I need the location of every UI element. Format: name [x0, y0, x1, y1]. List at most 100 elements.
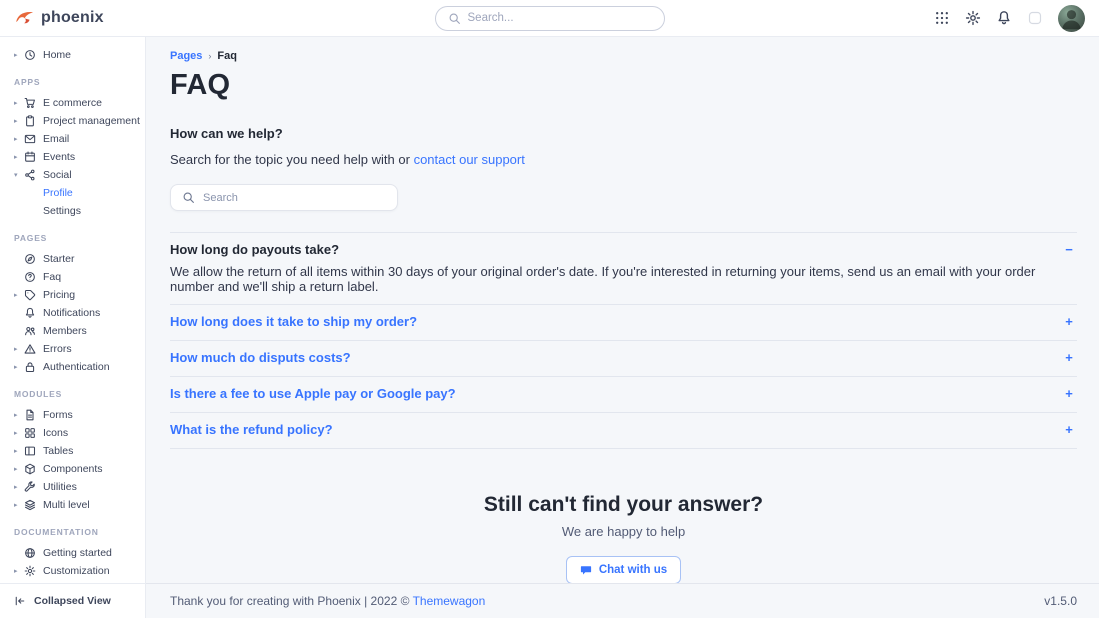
bell-icon[interactable]: [996, 10, 1012, 26]
sidebar-section-label: PAGES: [14, 233, 141, 243]
sidebar-section: DOCUMENTATION Getting started ▸ Customiz…: [14, 527, 141, 583]
faq-question: How long does it take to ship my order?: [170, 314, 417, 329]
warning-triangle-icon: [24, 343, 36, 355]
bell-icon: [24, 307, 36, 319]
sidebar-item-forms[interactable]: ▸ Forms: [14, 406, 141, 424]
sidebar-item-tables[interactable]: ▸ Tables: [14, 442, 141, 460]
lock-icon: [24, 361, 36, 373]
sidebar-item-multi-level[interactable]: ▸ Multi level: [14, 496, 141, 514]
sidebar-item-notifications[interactable]: Notifications: [14, 304, 141, 322]
help-text-static: Search for the topic you need help with …: [170, 152, 410, 167]
sidebar-item-starter[interactable]: Starter: [14, 250, 141, 268]
cta-title: Still can't find your answer?: [170, 493, 1077, 517]
sidebar-section: ▸ Home: [14, 46, 141, 64]
chevron-icon: ▸: [14, 483, 24, 491]
chat-with-us-button[interactable]: Chat with us: [566, 556, 681, 583]
sidebar-item-utilities[interactable]: ▸ Utilities: [14, 478, 141, 496]
breadcrumb-separator-icon: ›: [208, 51, 211, 61]
faq-question-row[interactable]: How long does it take to ship my order? …: [170, 314, 1077, 330]
footer-text: Thank you for creating with Phoenix | 20…: [170, 594, 485, 608]
chevron-icon: ▸: [14, 135, 24, 143]
plus-icon[interactable]: +: [1061, 314, 1077, 330]
chevron-icon: ▸: [14, 99, 24, 107]
wrench-icon: [24, 481, 36, 493]
sidebar-item-authentication[interactable]: ▸ Authentication: [14, 358, 141, 376]
collapsed-view-toggle[interactable]: Collapsed View: [0, 583, 145, 618]
footer-version: v1.5.0: [1044, 594, 1077, 608]
sidebar-section-label: DOCUMENTATION: [14, 527, 141, 537]
breadcrumb-pages-link[interactable]: Pages: [170, 50, 202, 62]
faq-question-row[interactable]: How long do payouts take? −: [170, 242, 1077, 258]
chat-bubble-icon: [580, 564, 592, 576]
sidebar-item-errors[interactable]: ▸ Errors: [14, 340, 141, 358]
faq-item: How long does it take to ship my order? …: [170, 305, 1077, 341]
sidebar-subitem-profile[interactable]: Profile: [14, 184, 141, 202]
gear-icon: [24, 565, 36, 577]
question-circle-icon: [24, 271, 36, 283]
avatar[interactable]: [1058, 5, 1085, 32]
faq-question-row[interactable]: Is there a fee to use Apple pay or Googl…: [170, 386, 1077, 402]
table-icon: [24, 445, 36, 457]
file-icon: [24, 409, 36, 421]
search-icon: [182, 191, 195, 204]
brand-logo[interactable]: phoenix: [14, 8, 435, 29]
sidebar-item-home[interactable]: ▸ Home: [14, 46, 141, 64]
contact-support-link[interactable]: contact our support: [414, 152, 525, 167]
cta-subtitle: We are happy to help: [170, 524, 1077, 539]
top-navbar: phoenix: [0, 0, 1099, 37]
sidebar-item-customization[interactable]: ▸ Customization: [14, 562, 141, 580]
chevron-icon: ▾: [14, 171, 24, 179]
sidebar-item-pricing[interactable]: ▸ Pricing: [14, 286, 141, 304]
faq-question-row[interactable]: How much do disputs costs? +: [170, 350, 1077, 366]
plus-icon[interactable]: +: [1061, 386, 1077, 402]
plus-icon[interactable]: +: [1061, 350, 1077, 366]
sidebar-item-members[interactable]: Members: [14, 322, 141, 340]
sidebar-item-components[interactable]: ▸ Components: [14, 460, 141, 478]
faq-page: Pages › Faq FAQ How can we help? Search …: [146, 37, 1099, 583]
brand-name: phoenix: [41, 9, 104, 27]
cart-icon: [24, 97, 36, 109]
chevron-icon: ▸: [14, 345, 24, 353]
sidebar-item-email[interactable]: ▸ Email: [14, 130, 141, 148]
global-search-input[interactable]: [468, 12, 652, 24]
share-icon: [24, 169, 36, 181]
theme-toggle-icon[interactable]: [1027, 10, 1043, 26]
grid-icon: [24, 427, 36, 439]
chevron-icon: ▸: [14, 291, 24, 299]
themewagon-link[interactable]: Themewagon: [413, 594, 486, 608]
faq-question: What is the refund policy?: [170, 422, 333, 437]
sidebar-item-faq[interactable]: Faq: [14, 268, 141, 286]
chevron-icon: ▸: [14, 465, 24, 473]
sidebar-item-events[interactable]: ▸ Events: [14, 148, 141, 166]
sidebar-subitem-settings[interactable]: Settings: [14, 202, 141, 220]
sidebar-item-icons[interactable]: ▸ Icons: [14, 424, 141, 442]
apps-grid-icon[interactable]: [934, 10, 950, 26]
chevron-icon: ▸: [14, 51, 24, 59]
calendar-icon: [24, 151, 36, 163]
chevron-icon: ▸: [14, 117, 24, 125]
breadcrumb: Pages › Faq: [170, 50, 1077, 62]
navbar-actions: [665, 5, 1086, 32]
sidebar-section: MODULES ▸ Forms ▸ Icons ▸ Tables ▸ Compo…: [14, 389, 141, 514]
collapsed-view-label: Collapsed View: [34, 595, 111, 607]
plus-icon[interactable]: +: [1061, 422, 1077, 438]
main-area: Pages › Faq FAQ How can we help? Search …: [146, 37, 1099, 618]
sidebar-item-social[interactable]: ▾ Social: [14, 166, 141, 184]
faq-search-input[interactable]: [203, 192, 386, 204]
minus-icon[interactable]: −: [1061, 242, 1077, 258]
faq-question-row[interactable]: What is the refund policy? +: [170, 422, 1077, 438]
faq-search[interactable]: [170, 184, 398, 211]
faq-accordion: How long do payouts take? − We allow the…: [170, 232, 1077, 449]
chevron-icon: ▸: [14, 501, 24, 509]
global-search[interactable]: [435, 6, 665, 31]
help-heading: How can we help?: [170, 126, 1077, 141]
chevron-icon: ▸: [14, 153, 24, 161]
page-title: FAQ: [170, 69, 1077, 102]
sidebar-item-e-commerce[interactable]: ▸ E commerce: [14, 94, 141, 112]
gear-icon[interactable]: [965, 10, 981, 26]
sidebar-item-getting-started[interactable]: Getting started: [14, 544, 141, 562]
globe-icon: [24, 547, 36, 559]
faq-answer: We allow the return of all items within …: [170, 264, 1077, 294]
sidebar-item-project-management[interactable]: ▸ Project management: [14, 112, 141, 130]
faq-item: How much do disputs costs? +: [170, 341, 1077, 377]
